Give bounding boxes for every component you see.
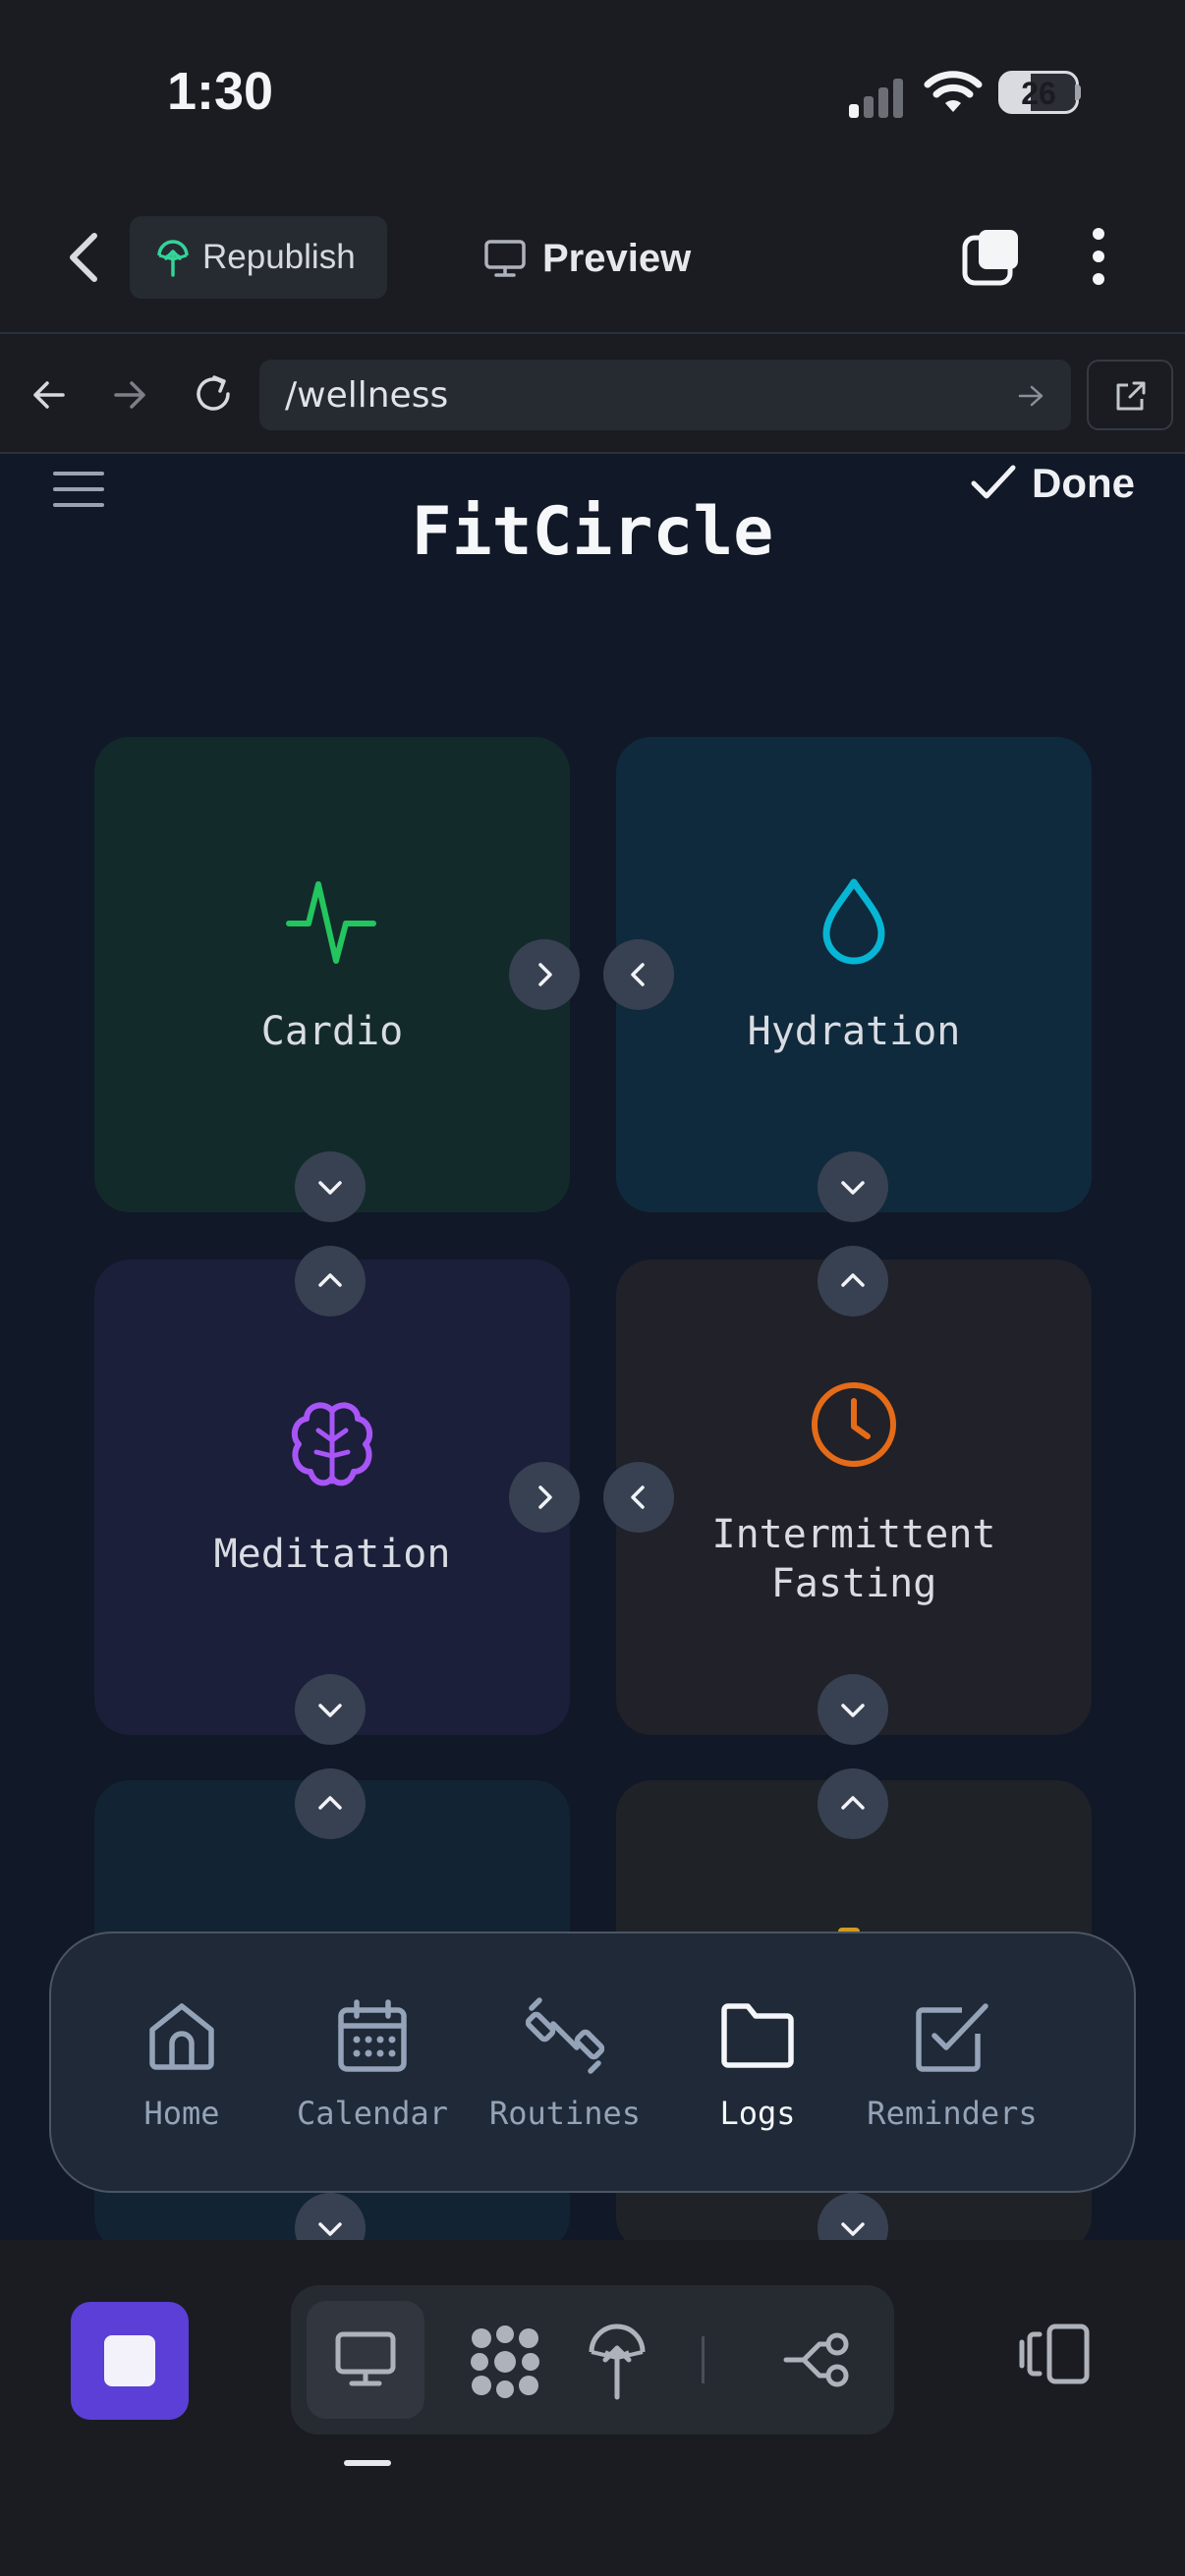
brain-icon [291, 1402, 373, 1486]
layers-icon[interactable] [961, 228, 1022, 289]
move-up-button[interactable] [818, 1768, 888, 1839]
stop-button[interactable] [71, 2302, 189, 2420]
status-bar: 1:30 26 [0, 0, 1185, 196]
republish-button[interactable]: Republish [130, 216, 387, 299]
card-label-line2: Fasting [770, 1561, 937, 1606]
chevron-up-icon [841, 1796, 865, 1810]
move-down-button[interactable] [295, 1674, 366, 1745]
open-external-button[interactable] [1087, 360, 1173, 430]
desktop-view-button[interactable] [307, 2301, 424, 2419]
back-button[interactable] [59, 228, 108, 287]
editor-toolbar [0, 2240, 1185, 2576]
nav-item-logs[interactable]: Logs [664, 1996, 851, 2132]
components-icon[interactable] [468, 2324, 542, 2399]
card-intermittent-fasting[interactable]: Intermittent Fasting [616, 1260, 1092, 1735]
folder-icon [721, 2003, 794, 2068]
move-up-button[interactable] [295, 1768, 366, 1839]
nav-label: Reminders [867, 2095, 1038, 2132]
header-divider [0, 332, 1185, 334]
chevron-right-icon [538, 1485, 552, 1509]
nav-item-reminders[interactable]: Reminders [859, 1996, 1045, 2132]
home-icon [149, 2003, 214, 2070]
chevron-right-icon [538, 963, 552, 986]
card-label: Meditation [213, 1532, 451, 1577]
cellular-signal-icon [849, 79, 903, 118]
nav-item-calendar[interactable]: Calendar [279, 1996, 466, 2132]
move-up-button[interactable] [818, 1246, 888, 1316]
url-text: /wellness [285, 375, 449, 416]
wifi-icon [924, 71, 983, 112]
dumbbell-icon [526, 1997, 604, 2074]
publish-icon[interactable] [586, 2323, 649, 2401]
chevron-left-icon [631, 963, 645, 986]
nav-label: Logs [719, 2095, 796, 2132]
external-link-icon [1116, 381, 1146, 411]
card-label-line1: Intermittent [711, 1512, 996, 1557]
move-left-button[interactable] [603, 939, 674, 1010]
chevron-up-icon [318, 1273, 342, 1287]
move-down-button[interactable] [818, 1674, 888, 1745]
nav-label: Routines [488, 2095, 642, 2132]
chevron-down-icon [841, 1704, 865, 1717]
chevron-down-icon [318, 2222, 342, 2236]
monitor-icon [335, 2331, 396, 2386]
move-right-button[interactable] [509, 1462, 580, 1533]
card-meditation[interactable]: Meditation [94, 1260, 570, 1735]
nav-item-home[interactable]: Home [88, 1996, 275, 2132]
app-title: FitCircle [411, 493, 774, 571]
move-up-button[interactable] [295, 1246, 366, 1316]
move-left-button[interactable] [603, 1462, 674, 1533]
chevron-down-icon [841, 2222, 865, 2236]
move-down-button[interactable] [818, 1151, 888, 1222]
chevron-down-icon [318, 1704, 342, 1717]
card-cardio[interactable]: Cardio [94, 737, 570, 1212]
card-label: Cardio [260, 1009, 404, 1054]
active-tab-indicator [344, 2460, 391, 2466]
clock-icon [812, 1382, 896, 1467]
checkbox-icon [916, 2003, 988, 2072]
nav-label: Calendar [296, 2095, 449, 2132]
chevron-down-icon [318, 1181, 342, 1195]
battery-level: 26 [1021, 76, 1056, 111]
status-time: 1:30 [167, 62, 274, 121]
reload-icon[interactable] [191, 371, 236, 417]
browser-back-icon[interactable] [29, 375, 69, 415]
stop-icon [104, 2335, 155, 2386]
preview-label: Preview [542, 236, 692, 280]
view-mode-group [291, 2285, 894, 2435]
move-right-button[interactable] [509, 939, 580, 1010]
republish-icon [157, 240, 189, 277]
chevron-up-icon [841, 1273, 865, 1287]
move-down-button[interactable] [295, 1151, 366, 1222]
nav-item-routines[interactable]: Routines [472, 1996, 658, 2132]
chevron-down-icon [841, 1181, 865, 1195]
chevron-up-icon [318, 1796, 342, 1810]
calendar-icon [338, 1999, 407, 2072]
republish-label: Republish [202, 238, 356, 276]
preview-button[interactable]: Preview [483, 224, 691, 293]
activity-icon [286, 881, 376, 964]
app-bottom-nav: Home Calendar Routines Logs Reminders [49, 1932, 1136, 2193]
device-rotate-icon[interactable] [1018, 2323, 1093, 2385]
battery-tip [1075, 84, 1081, 100]
more-options-icon[interactable] [1079, 226, 1118, 287]
nav-label: Home [143, 2095, 220, 2132]
card-label: Hydration [747, 1009, 961, 1054]
toolbar-separator [702, 2336, 705, 2383]
battery-indicator: 26 [998, 71, 1079, 114]
url-field[interactable]: /wellness [259, 360, 1071, 430]
chevron-left-icon [631, 1485, 645, 1509]
share-flow-icon[interactable] [782, 2328, 851, 2391]
droplet-icon [822, 878, 885, 965]
card-hydration[interactable]: Hydration [616, 737, 1092, 1212]
browser-forward-icon[interactable] [110, 375, 149, 415]
go-arrow-icon[interactable] [1016, 381, 1045, 411]
monitor-icon [484, 240, 526, 277]
